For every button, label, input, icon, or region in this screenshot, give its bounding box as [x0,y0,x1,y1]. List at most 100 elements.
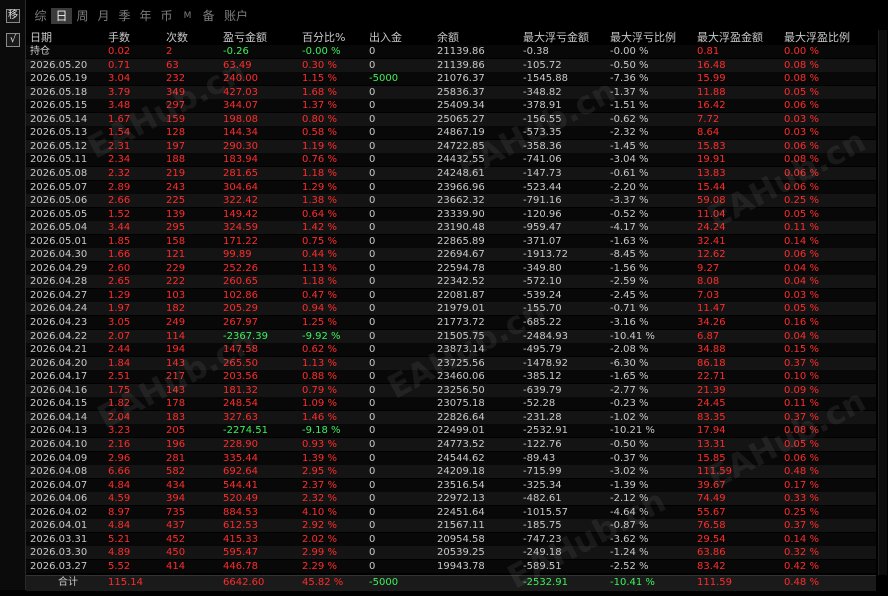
cell-pct: 0.30 % [302,59,337,71]
header-deposit[interactable]: 出入金 [369,30,402,45]
header-pct[interactable]: 百分比% [302,30,345,45]
total-pct: 45.82 % [302,577,344,588]
table-row[interactable]: 2026.05.08 2.32 219 281.65 1.18 % 0 24248.61 -1… [26,166,876,180]
cell-lots: 3.05 [108,317,131,328]
table-row[interactable]: 持仓 0.02 2 -0.26 -0.00 % 0 21139.86 -0.38 -0.00 %… [26,45,876,58]
cell-date: 2026.03.27 [30,560,88,572]
tab-7[interactable]: M [177,8,198,24]
cell-deposit: 0 [369,208,376,220]
cell-max-dd: -385.12 [523,371,562,383]
header-date[interactable]: 日期 [30,30,52,45]
cell-count: 182 [166,303,186,315]
total-max-dd-pct: -10.41 % [610,577,655,588]
table-row[interactable]: 2026.03.31 5.21 452 415.33 2.02 % 0 20954.58 -7… [26,532,876,546]
cell-max-fp: 15.85 [697,452,726,464]
tab-1[interactable]: 日 [51,8,72,24]
cell-max-dd: -1913.72 [523,249,568,261]
header-max-fp-pct[interactable]: 最大浮盈比例 [784,30,850,45]
header-max-fp[interactable]: 最大浮盈金额 [697,30,763,45]
table-row[interactable]: 2026.04.14 2.04 183 327.63 1.46 % 0 22826.64 -2… [26,410,876,424]
cell-max-fp: 34.88 [697,344,726,356]
vertical-scrollbar[interactable] [878,30,887,575]
tab-2[interactable]: 周 [72,8,93,24]
table-row[interactable]: 2026.04.30 1.66 121 99.89 0.44 % 0 22694.67 -19… [26,248,876,262]
table-row[interactable]: 2026.05.11 2.34 188 183.94 0.76 % 0 24432.55 -7… [26,153,876,167]
header-count[interactable]: 次数 [166,30,188,45]
table-row[interactable]: 2026.04.17 2.51 217 203.56 0.88 % 0 23460.06 -3… [26,370,876,384]
tab-8[interactable]: 备 [198,8,219,24]
move-button[interactable]: 移 [6,9,20,23]
table-row[interactable]: 2026.05.12 2.31 197 290.30 1.19 % 0 24722.85 -3… [26,139,876,153]
table-row[interactable]: 2026.03.30 4.89 450 595.47 2.99 % 0 20539.25 -2… [26,546,876,560]
cell-max-fp-pct: 0.11 % [784,398,819,410]
header-max-dd[interactable]: 最大浮亏金额 [523,30,589,45]
cell-deposit: 0 [369,533,376,545]
table-row[interactable]: 2026.04.01 4.84 437 612.53 2.92 % 0 21567.11 -1… [26,519,876,533]
cell-date: 2026.04.14 [30,411,88,423]
check-icon[interactable]: √ [6,33,20,47]
table-row[interactable]: 2026.05.15 3.48 297 344.07 1.37 % 0 25409.34 -3… [26,99,876,113]
table-row[interactable]: 2026.04.02 8.97 735 884.53 4.10 % 0 22451.64 -1… [26,505,876,519]
table-row[interactable]: 2026.04.06 4.59 394 520.49 2.32 % 0 22972.13 -4… [26,492,876,506]
tab-9[interactable]: 账户 [219,8,253,24]
cell-max-fp: 24.45 [697,398,726,410]
cell-deposit: 0 [369,452,376,464]
table-row[interactable]: 2026.05.18 3.79 349 427.03 1.68 % 0 25836.37 -3… [26,85,876,99]
cell-max-fp-pct: 0.17 % [784,479,819,491]
cell-pct: 1.18 % [302,276,337,288]
table-row[interactable]: 2026.04.29 2.60 229 252.26 1.13 % 0 22594.78 -3… [26,261,876,275]
table-row[interactable]: 2026.04.28 2.65 222 260.65 1.18 % 0 22342.52 -5… [26,275,876,289]
table-row[interactable]: 2026.05.05 1.52 139 149.42 0.64 % 0 23339.90 -1… [26,207,876,221]
cell-deposit: 0 [369,560,376,572]
table-row[interactable]: 2026.04.21 2.44 194 147.58 0.62 % 0 23873.14 -4… [26,343,876,357]
table-row[interactable]: 2026.04.10 2.16 196 228.90 0.93 % 0 24773.52 -1… [26,437,876,451]
cell-balance: 25836.37 [437,86,485,98]
cell-deposit: 0 [369,425,376,437]
tab-0[interactable]: 综 [30,8,51,24]
tab-4[interactable]: 季 [114,8,135,24]
table-row[interactable]: 2026.04.13 3.23 205 -2274.51 -9.18 % 0 22499.0… [26,424,876,438]
tab-5[interactable]: 年 [135,8,156,24]
cell-max-dd-pct: -4.17 % [610,222,649,234]
cell-max-fp: 29.54 [697,533,726,545]
table-row[interactable]: 2026.04.16 1.75 143 181.32 0.79 % 0 23256.50 -6… [26,383,876,397]
cell-max-dd: -1015.57 [523,506,568,518]
header-pnl[interactable]: 盈亏金额 [223,30,267,45]
table-row[interactable]: 2026.04.07 4.84 434 544.41 2.37 % 0 23516.54 -3… [26,478,876,492]
header-lots[interactable]: 手数 [108,30,130,45]
table-row[interactable]: 2026.05.14 1.67 159 198.08 0.80 % 0 25065.27 -1… [26,112,876,126]
cell-pct: 1.38 % [302,195,337,207]
table-row[interactable]: 2026.04.23 3.05 249 267.97 1.25 % 0 21773.72 -6… [26,316,876,329]
table-row[interactable]: 2026.05.04 3.44 295 324.59 1.42 % 0 23190.48 -9… [26,221,876,235]
tab-6[interactable]: 币 [156,8,177,24]
cell-pct: 1.37 % [302,100,337,112]
table-row[interactable]: 2026.03.27 5.52 414 446.78 2.29 % 0 19943.78 -5… [26,559,876,573]
cell-pnl: 267.97 [223,317,258,328]
header-max-dd-pct[interactable]: 最大浮亏比例 [610,30,676,45]
table-row[interactable]: 2026.04.27 1.29 103 102.86 0.47 % 0 22081.87 -5… [26,288,876,302]
tab-3[interactable]: 月 [93,8,114,24]
table-row[interactable]: 2026.04.24 1.97 182 205.29 0.94 % 0 21979.01 -1… [26,302,876,316]
cell-date: 2026.05.11 [30,154,88,166]
table-row[interactable]: 2026.05.13 1.54 128 144.34 0.58 % 0 24867.19 -5… [26,126,876,140]
cell-max-fp: 19.91 [697,154,726,166]
cell-date: 2026.05.14 [30,113,88,125]
table-row[interactable]: 2026.04.20 1.84 143 265.50 1.13 % 0 23725.56 -1… [26,356,876,370]
table-row[interactable]: 2026.05.19 3.04 232 240.00 1.15 % -5000 21076.… [26,72,876,86]
table-row[interactable]: 2026.05.20 0.71 63 63.49 0.30 % 0 21139.86 -105… [26,58,876,72]
table-row[interactable]: 2026.04.08 6.66 582 692.64 2.95 % 0 24209.18 -7… [26,465,876,479]
table-row[interactable]: 2026.04.15 1.82 178 248.54 1.09 % 0 23075.18 -5… [26,397,876,411]
table-footer-totals: 合计 115.14 6642.60 45.82 % -5000 -2532.91 -10.4… [26,575,876,591]
cell-max-fp: 11.47 [697,303,726,315]
cell-count: 450 [166,547,186,559]
table-row[interactable]: 2026.05.07 2.89 243 304.64 1.29 % 0 23966.96 -5… [26,180,876,194]
table-row[interactable]: 2026.05.01 1.85 158 171.22 0.75 % 0 22865.89 -3… [26,234,876,248]
cell-max-fp: 8.64 [697,127,720,139]
table-row[interactable]: 2026.04.22 2.07 114 -2367.39 -9.92 % 0 21505.7… [26,329,876,343]
table-row[interactable]: 2026.04.09 2.96 281 335.44 1.39 % 0 24544.62 -8… [26,451,876,465]
cell-pct: 0.64 % [302,208,337,220]
cell-pct: 0.47 % [302,289,337,301]
table-row[interactable]: 2026.05.06 2.66 225 322.42 1.38 % 0 23662.32 -7… [26,194,876,208]
cell-max-dd-pct: -1.45 % [610,140,649,152]
header-balance[interactable]: 余额 [437,30,459,45]
